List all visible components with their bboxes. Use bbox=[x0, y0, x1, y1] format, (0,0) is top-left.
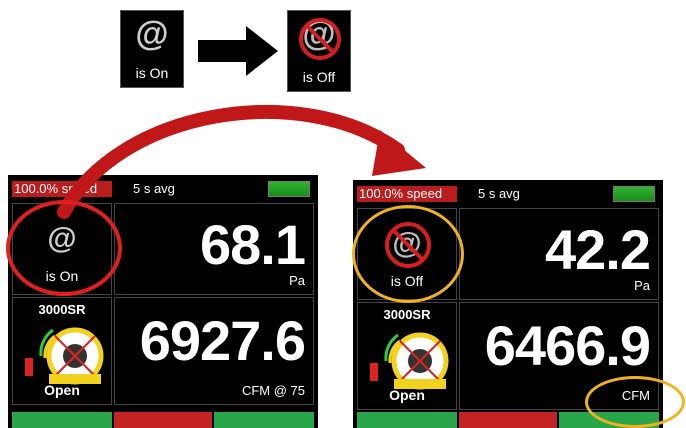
at-status-caption: is Off bbox=[390, 273, 424, 289]
at-off-legend-tile: @ is Off bbox=[287, 10, 351, 92]
at-status-caption: is On bbox=[45, 268, 79, 284]
right-arrow-icon bbox=[198, 26, 278, 76]
fan-speed-indicator: 100.0% speed bbox=[357, 186, 457, 202]
softkey-right-button[interactable] bbox=[214, 412, 314, 428]
softkey-left-button[interactable] bbox=[357, 412, 457, 428]
flow-unit: CFM bbox=[621, 388, 650, 403]
fan-model-label: 3000SR bbox=[383, 307, 431, 322]
softkey-bar bbox=[357, 412, 659, 428]
device-screen-at-on: 100.0% speed 5 s avg @ is On 68.1 Pa 300… bbox=[8, 175, 318, 428]
status-bar: 100.0% speed 5 s avg bbox=[8, 175, 318, 199]
at-icon: @ bbox=[135, 15, 169, 53]
pressure-readout: 42.2 Pa bbox=[459, 208, 659, 300]
pressure-value: 42.2 bbox=[545, 218, 651, 281]
at-on-caption: is On bbox=[135, 65, 169, 81]
pressure-unit: Pa bbox=[289, 273, 305, 288]
screenshot: @ is On @ is Off 100.0% speed 5 s avg @ … bbox=[0, 0, 686, 428]
ring-state: Open bbox=[389, 387, 425, 403]
softkey-middle-button[interactable] bbox=[114, 412, 212, 428]
softkey-bar bbox=[12, 412, 314, 428]
fan-speed-indicator: 100.0% speed bbox=[12, 181, 112, 197]
flow-value: 6466.9 bbox=[484, 314, 651, 377]
flow-ring-cell[interactable]: 3000SR Open bbox=[357, 302, 457, 410]
prohibited-icon bbox=[385, 222, 431, 268]
flow-ring-cell[interactable]: 3000SR Open bbox=[12, 297, 112, 405]
averaging-period[interactable]: 5 s avg bbox=[133, 181, 175, 197]
pressure-unit: Pa bbox=[634, 278, 650, 293]
flow-readout: 6466.9 CFM bbox=[459, 302, 659, 410]
flow-ring-icon bbox=[384, 332, 449, 390]
flow-unit: CFM @ 75 bbox=[241, 383, 305, 398]
battery-icon bbox=[613, 186, 655, 202]
at-off-caption: is Off bbox=[302, 69, 336, 85]
flow-readout: 6927.6 CFM @ 75 bbox=[114, 297, 314, 405]
prohibited-icon bbox=[299, 18, 341, 60]
averaging-period[interactable]: 5 s avg bbox=[478, 186, 520, 202]
softkey-right-button[interactable] bbox=[559, 412, 659, 428]
battery-icon bbox=[268, 181, 310, 197]
at-icon: @ bbox=[47, 222, 77, 255]
softkey-middle-button[interactable] bbox=[459, 412, 557, 428]
ring-state: Open bbox=[44, 382, 80, 398]
flow-value: 6927.6 bbox=[139, 309, 306, 372]
pressure-readout: 68.1 Pa bbox=[114, 203, 314, 295]
at-on-legend-tile: @ is On bbox=[120, 10, 184, 88]
flow-ring-icon bbox=[39, 327, 104, 385]
device-screen-at-off: 100.0% speed 5 s avg @ is Off 42.2 Pa 30… bbox=[353, 180, 663, 428]
fan-model-label: 3000SR bbox=[38, 302, 86, 317]
pressure-value: 68.1 bbox=[200, 213, 306, 276]
at-toggle-cell[interactable]: @ is Off bbox=[357, 208, 457, 300]
at-toggle-cell[interactable]: @ is On bbox=[12, 203, 112, 295]
softkey-left-button[interactable] bbox=[12, 412, 112, 428]
status-bar: 100.0% speed 5 s avg bbox=[353, 180, 663, 204]
